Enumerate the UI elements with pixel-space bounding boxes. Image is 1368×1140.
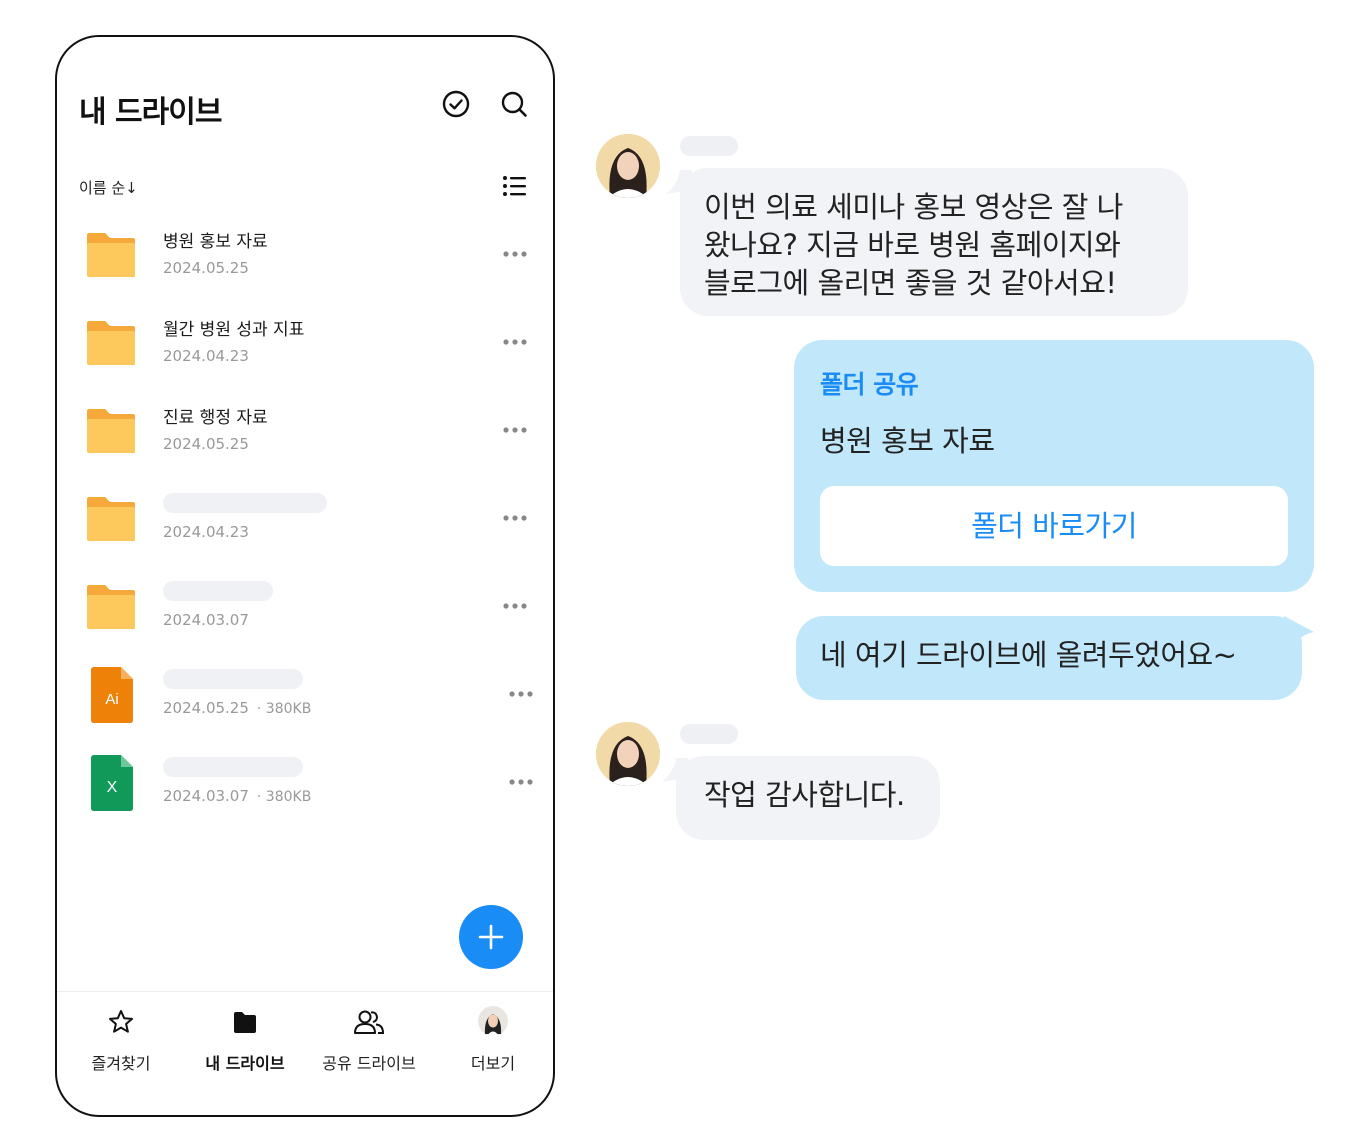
file-date: 2024.04.23 [163, 523, 249, 541]
file-row[interactable]: 진료 행정 자료 2024.05.25 [57, 393, 553, 481]
bottom-tab-bar: 즐겨찾기 내 드라이브 공유 드라이브 더보기 [57, 991, 553, 1115]
people-icon [354, 1010, 385, 1034]
message-line: 이번 의료 세미나 홍보 영상은 잘 나 [704, 190, 1123, 224]
file-name: 병원 홍보 자료 [163, 232, 268, 252]
sender-name-placeholder [680, 136, 738, 156]
file-name-placeholder [163, 493, 327, 513]
more-icon[interactable] [507, 687, 535, 701]
open-folder-button[interactable]: 폴더 바로가기 [820, 486, 1288, 566]
folder-icon [87, 409, 135, 453]
more-icon[interactable] [501, 599, 529, 613]
file-row[interactable]: 2024.04.23 [57, 481, 553, 569]
file-row[interactable]: 2024.03.07 [57, 569, 553, 657]
avatar[interactable] [596, 722, 660, 786]
person-avatar-icon [596, 134, 660, 198]
file-date: 2024.03.07 · 380KB [163, 787, 312, 805]
more-icon[interactable] [507, 775, 535, 789]
folder-icon [87, 497, 135, 541]
svg-text:X: X [107, 779, 118, 796]
avatar [478, 1006, 508, 1036]
avatar[interactable] [596, 134, 660, 198]
file-name-placeholder [163, 581, 273, 601]
message-line: 왔나요? 지금 바로 병원 홈페이지와 [704, 228, 1121, 262]
folder-icon [87, 585, 135, 629]
tab-shared-drive[interactable]: 공유 드라이브 [307, 992, 431, 1092]
folder-icon [87, 233, 135, 277]
message-text: 작업 감사합니다. [704, 778, 905, 812]
message-line: 블로그에 올리면 좋을 것 같아서요! [704, 266, 1117, 300]
illustrator-file-icon: Ai [91, 667, 133, 723]
star-icon [109, 1010, 133, 1033]
share-label: 폴더 공유 [820, 370, 919, 399]
search-icon[interactable] [499, 89, 529, 119]
file-row[interactable]: X 2024.03.07 · 380KB [57, 745, 553, 833]
excel-file-icon: X [91, 755, 133, 811]
svg-text:Ai: Ai [105, 691, 118, 708]
file-name-placeholder [163, 669, 303, 689]
file-row[interactable]: 병원 홍보 자료 2024.05.25 [57, 217, 553, 305]
file-size: · 380KB [256, 789, 312, 805]
tab-favorites[interactable]: 즐겨찾기 [59, 992, 183, 1092]
folder-icon [234, 1012, 256, 1033]
tab-label: 공유 드라이브 [322, 1054, 416, 1073]
tab-my-drive[interactable]: 내 드라이브 [183, 992, 307, 1092]
tab-more[interactable]: 더보기 [431, 992, 553, 1092]
incoming-message: 작업 감사합니다. [676, 756, 940, 840]
file-name: 진료 행정 자료 [163, 408, 268, 428]
message-text: 네 여기 드라이브에 올려두었어요~ [820, 638, 1237, 672]
file-date: 2024.04.23 [163, 347, 249, 365]
outgoing-message: 네 여기 드라이브에 올려두었어요~ [796, 616, 1302, 700]
more-icon[interactable] [501, 511, 529, 525]
person-avatar-icon [596, 722, 660, 786]
file-date: 2024.05.25 · 380KB [163, 699, 312, 717]
plus-icon [478, 924, 504, 950]
tab-label: 더보기 [470, 1054, 516, 1073]
file-date: 2024.05.25 [163, 259, 249, 277]
add-button[interactable] [459, 905, 523, 969]
tab-label: 즐겨찾기 [91, 1054, 151, 1073]
more-icon[interactable] [501, 423, 529, 437]
file-date: 2024.03.07 [163, 611, 249, 629]
shared-folder-name: 병원 홍보 자료 [820, 424, 995, 458]
file-name-placeholder [163, 757, 303, 777]
file-date: 2024.05.25 [163, 435, 249, 453]
folder-share-card: 폴더 공유 병원 홍보 자료 폴더 바로가기 [794, 340, 1314, 592]
file-size: · 380KB [256, 701, 312, 717]
more-icon[interactable] [501, 247, 529, 261]
tab-label: 내 드라이브 [205, 1054, 285, 1073]
file-name: 월간 병원 성과 지표 [163, 320, 305, 340]
drive-phone: 내 드라이브 이름 순↓ 병원 홍보 자료 2024.05.25 월간 병원 성… [55, 35, 555, 1117]
incoming-message: 이번 의료 세미나 홍보 영상은 잘 나 왔나요? 지금 바로 병원 홈페이지와… [680, 168, 1188, 316]
check-circle-icon[interactable] [441, 89, 471, 119]
sender-name-placeholder [680, 724, 738, 744]
list-view-icon[interactable] [502, 173, 528, 199]
sort-toggle[interactable]: 이름 순↓ [79, 177, 138, 198]
file-row[interactable]: 월간 병원 성과 지표 2024.04.23 [57, 305, 553, 393]
more-icon[interactable] [501, 335, 529, 349]
page-title: 내 드라이브 [79, 95, 222, 130]
folder-icon [87, 321, 135, 365]
file-row[interactable]: Ai 2024.05.25 · 380KB [57, 657, 553, 745]
